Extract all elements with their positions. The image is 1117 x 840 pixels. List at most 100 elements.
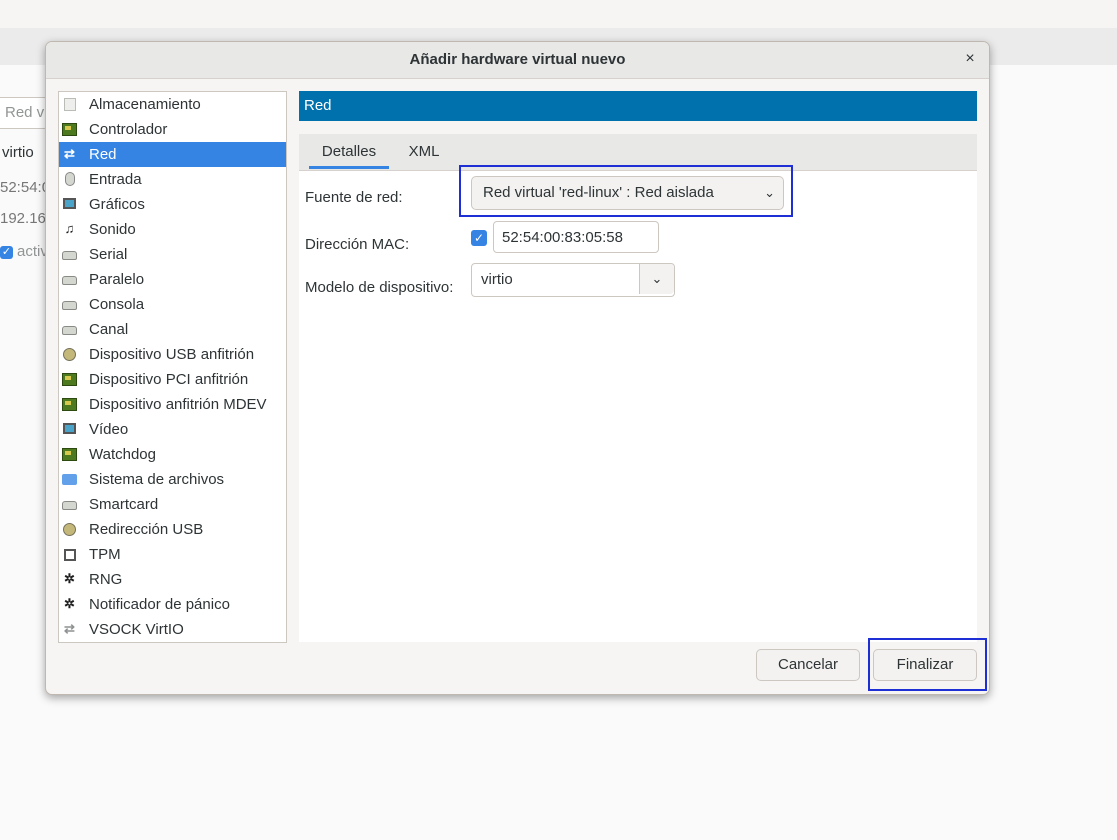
hardware-list-item[interactable]: ⇄ Red (59, 142, 286, 167)
hardware-list-item[interactable]: Controlador (59, 117, 286, 142)
background-checkbox[interactable]: ✓ (0, 245, 13, 259)
cancel-button[interactable]: Cancelar (756, 649, 860, 681)
dialog-title: Añadir hardware virtual nuevo (409, 51, 626, 68)
hardware-list-item-label: Dispositivo USB anfitrión (89, 346, 255, 363)
hardware-list-item[interactable]: Smartcard (59, 492, 286, 517)
hardware-list-item[interactable]: Vídeo (59, 417, 286, 442)
hardware-list-item[interactable]: Gráficos (59, 192, 286, 217)
hardware-list-item[interactable]: ⇄ VSOCK VirtIO (59, 617, 286, 642)
close-button[interactable]: × (961, 50, 979, 68)
close-icon: × (965, 50, 975, 67)
background-search-placeholder: Red v (5, 104, 45, 121)
hardware-list-item[interactable]: ✲ RNG (59, 567, 286, 592)
background-check-row: ✓ activ (0, 243, 48, 260)
hardware-list-item[interactable]: Sistema de archivos (59, 467, 286, 492)
hardware-list-item[interactable]: Watchdog (59, 442, 286, 467)
hardware-list-item-label: Dispositivo PCI anfitrión (89, 371, 249, 388)
pci-icon (62, 373, 77, 386)
parallel-icon (62, 276, 77, 285)
gear-icon: ✲ (64, 571, 75, 586)
hardware-list-item[interactable]: Dispositivo PCI anfitrión (59, 367, 286, 392)
background-window-topbar (0, 0, 1117, 28)
hardware-list-item-label: Vídeo (89, 421, 129, 438)
chip-icon (64, 549, 76, 561)
hardware-list-item-label: Notificador de pánico (89, 596, 230, 613)
serial-icon (62, 251, 77, 260)
details-notebook: Detalles XML Fuente de red: Red virtual … (299, 134, 977, 642)
hardware-type-list: Almacenamiento Controlador ⇄ Red Entrada Gráf… (58, 91, 287, 643)
background-mac-text: 52:54:0 (0, 179, 51, 196)
add-hardware-dialog: Añadir hardware virtual nuevo × Almacena… (45, 41, 990, 695)
hardware-list-item[interactable]: Canal (59, 317, 286, 342)
hardware-list-item-label: Entrada (89, 171, 142, 188)
watchdog-icon (62, 448, 77, 461)
controller-icon (62, 123, 77, 136)
mouse-icon (65, 172, 75, 186)
vsock-icon: ⇄ (64, 621, 75, 636)
background-model-text: virtio (2, 144, 34, 161)
hardware-list-item[interactable]: Consola (59, 292, 286, 317)
channel-icon (62, 326, 77, 335)
chevron-down-icon: ⌄ (651, 271, 663, 286)
hardware-list-item[interactable]: Serial (59, 242, 286, 267)
hardware-list-item[interactable]: Dispositivo USB anfitrión (59, 342, 286, 367)
device-model-combo: ⌄ (471, 263, 675, 297)
device-model-label: Modelo de dispositivo: (305, 279, 454, 296)
checkmark-icon: ✓ (473, 231, 485, 245)
video-icon (63, 423, 76, 434)
hardware-list-item-label: RNG (89, 571, 123, 588)
mac-address-input[interactable] (493, 221, 659, 253)
chevron-down-icon: ⌄ (764, 185, 775, 200)
smartcard-icon (62, 501, 77, 510)
device-model-input[interactable] (472, 264, 629, 294)
hardware-list-item[interactable]: ♫ Sonido (59, 217, 286, 242)
usb-redirect-icon (63, 523, 76, 536)
network-icon: ⇄ (64, 146, 75, 161)
hardware-list-item-label: Serial (89, 246, 128, 263)
hardware-list-item-label: Gráficos (89, 196, 145, 213)
mdev-icon (62, 398, 77, 411)
hardware-list-item-label: Sistema de archivos (89, 471, 225, 488)
usb-icon (63, 348, 76, 361)
storage-icon (64, 98, 76, 111)
hardware-list-item[interactable]: Redirección USB (59, 517, 286, 542)
network-source-value: Red virtual 'red-linux' : Red aislada (483, 184, 714, 201)
hardware-list-item-label: Watchdog (89, 446, 156, 463)
hardware-list-item-label: Consola (89, 296, 145, 313)
hardware-list-item-label: Canal (89, 321, 129, 338)
hardware-list-item-label: Controlador (89, 121, 168, 138)
tab-xml[interactable]: XML (395, 134, 453, 169)
hardware-list-item-label: VSOCK VirtIO (89, 621, 184, 638)
hardware-list-item[interactable]: Paralelo (59, 267, 286, 292)
background-check-label: activ (17, 243, 48, 260)
hardware-list-item-label: Dispositivo anfitrión MDEV (89, 396, 267, 413)
network-source-label: Fuente de red: (305, 189, 403, 206)
mac-address-label: Dirección MAC: (305, 236, 410, 253)
folder-icon (62, 474, 77, 485)
mac-address-checkbox[interactable]: ✓ (471, 230, 487, 246)
hardware-list-item-label: Paralelo (89, 271, 145, 288)
hardware-list-item[interactable]: Entrada (59, 167, 286, 192)
hardware-list-item-label: Smartcard (89, 496, 159, 513)
sound-icon: ♫ (64, 221, 75, 236)
background-search-input[interactable]: Red v (0, 97, 48, 129)
display-icon (63, 198, 76, 209)
gear-icon: ✲ (64, 596, 75, 611)
section-header-title: Red (304, 97, 332, 114)
hardware-list-item[interactable]: TPM (59, 542, 286, 567)
dialog-titlebar: Añadir hardware virtual nuevo × (46, 42, 989, 79)
tab-detalles[interactable]: Detalles (309, 134, 389, 169)
hardware-list-item-label: Redirección USB (89, 521, 204, 538)
section-header: Red (299, 91, 977, 121)
hardware-list-item-label: Almacenamiento (89, 96, 201, 113)
network-source-dropdown[interactable]: Red virtual 'red-linux' : Red aislada ⌄ (471, 176, 784, 210)
finish-button[interactable]: Finalizar (873, 649, 977, 681)
device-model-dropdown-button[interactable]: ⌄ (639, 264, 674, 294)
console-icon (62, 301, 77, 310)
hardware-list-item-label: TPM (89, 546, 121, 563)
hardware-list-item[interactable]: Almacenamiento (59, 92, 286, 117)
hardware-list-item-label: Red (89, 146, 117, 163)
hardware-list-item[interactable]: ✲ Notificador de pánico (59, 592, 286, 617)
hardware-list-item-label: Sonido (89, 221, 136, 238)
hardware-list-item[interactable]: Dispositivo anfitrión MDEV (59, 392, 286, 417)
